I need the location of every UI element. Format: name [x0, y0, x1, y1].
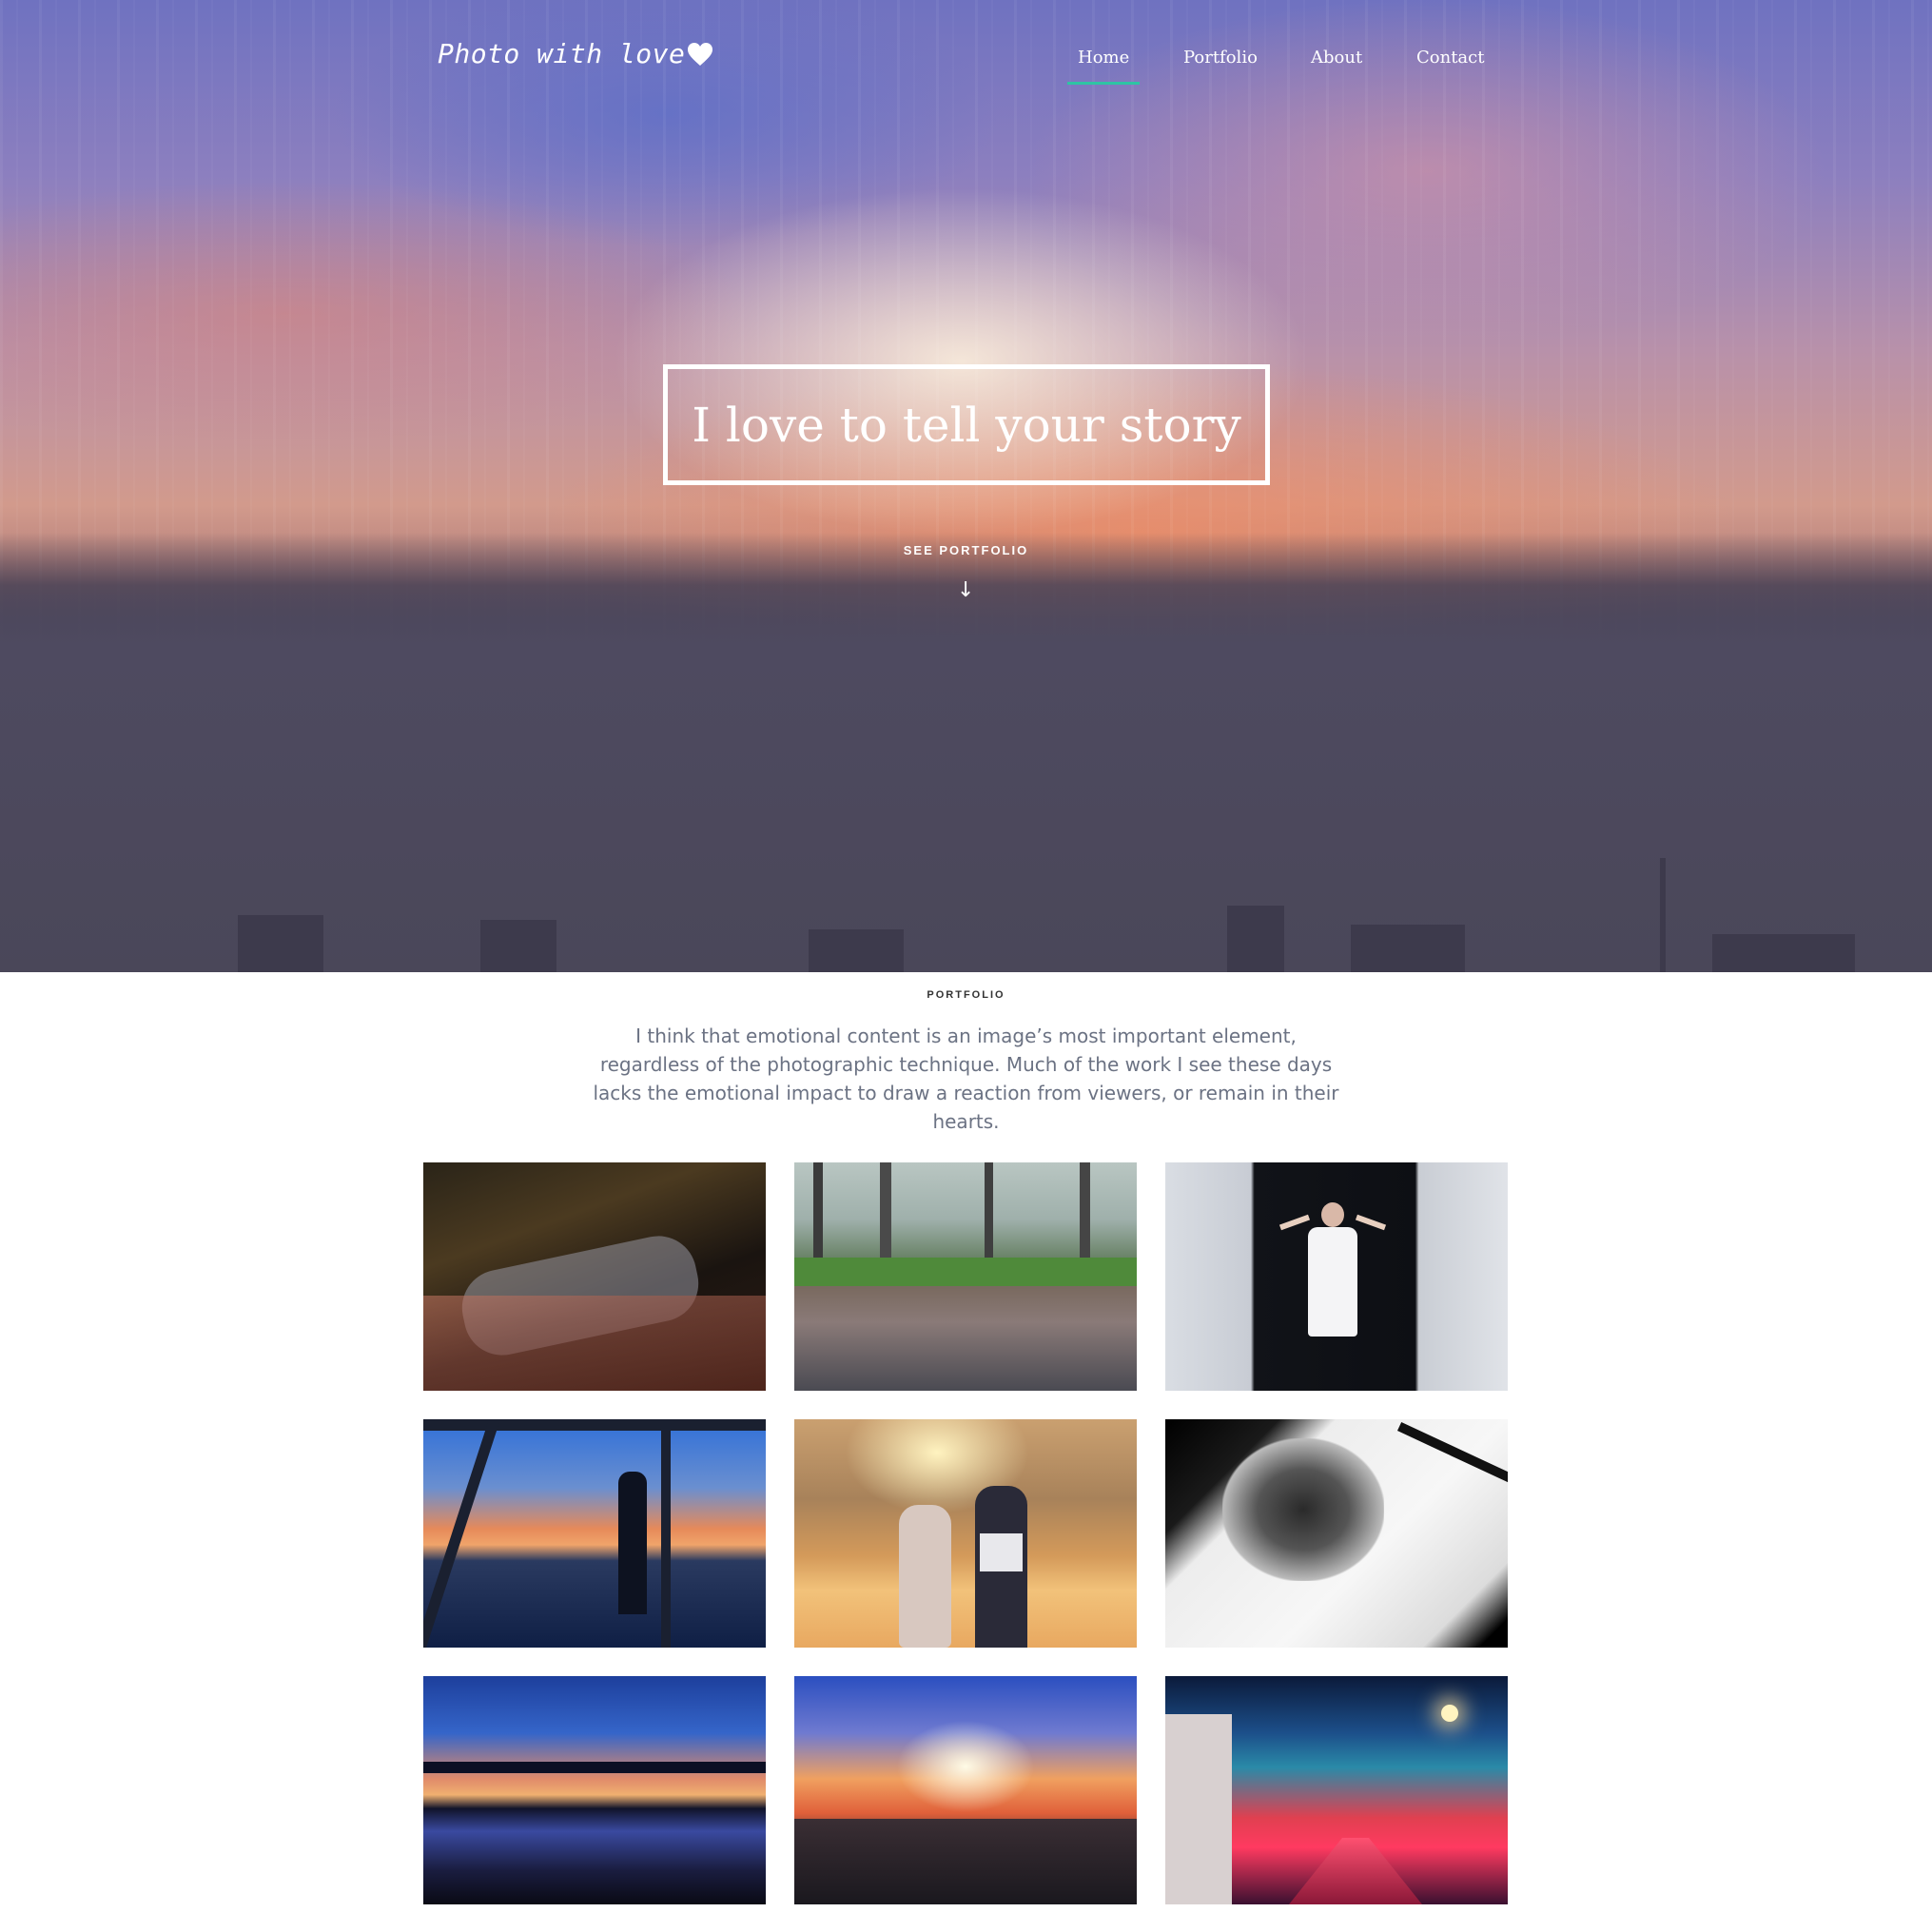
- nav-portfolio[interactable]: Portfolio: [1170, 42, 1271, 85]
- arrow-down-icon[interactable]: ↓: [957, 578, 974, 602]
- portfolio-grid: [423, 1162, 1508, 1904]
- hero-headline: I love to tell your story: [692, 397, 1241, 453]
- railway-at-night-photo[interactable]: [1165, 1676, 1508, 1904]
- silhouette-on-bridge-photo[interactable]: [423, 1419, 766, 1648]
- portfolio-intro-text: I think that emotional content is an ima…: [593, 1025, 1339, 1133]
- lake-sunset-photo[interactable]: [423, 1676, 766, 1904]
- wolf-drawing-photo[interactable]: [1165, 1419, 1508, 1648]
- man-lying-on-blanket-photo[interactable]: [423, 1162, 766, 1391]
- nav-contact[interactable]: Contact: [1403, 42, 1497, 85]
- see-portfolio-link[interactable]: SEE PORTFOLIO: [0, 543, 1932, 557]
- portfolio-section-label: PORTFOLIO: [927, 989, 1005, 1001]
- headline-frame: I love to tell your story: [663, 364, 1270, 485]
- city-sunset-photo[interactable]: [794, 1676, 1137, 1904]
- nav-about[interactable]: About: [1298, 42, 1376, 85]
- woman-in-doorway-photo[interactable]: [1165, 1162, 1508, 1391]
- forest-puddle-photo[interactable]: [794, 1162, 1137, 1391]
- nav-home[interactable]: Home: [1064, 42, 1142, 85]
- main-nav: Home Portfolio About Contact: [0, 42, 1932, 89]
- couple-at-sunset-photo[interactable]: [794, 1419, 1137, 1648]
- hero-section: Photo with love Home Portfolio About Con…: [0, 0, 1932, 972]
